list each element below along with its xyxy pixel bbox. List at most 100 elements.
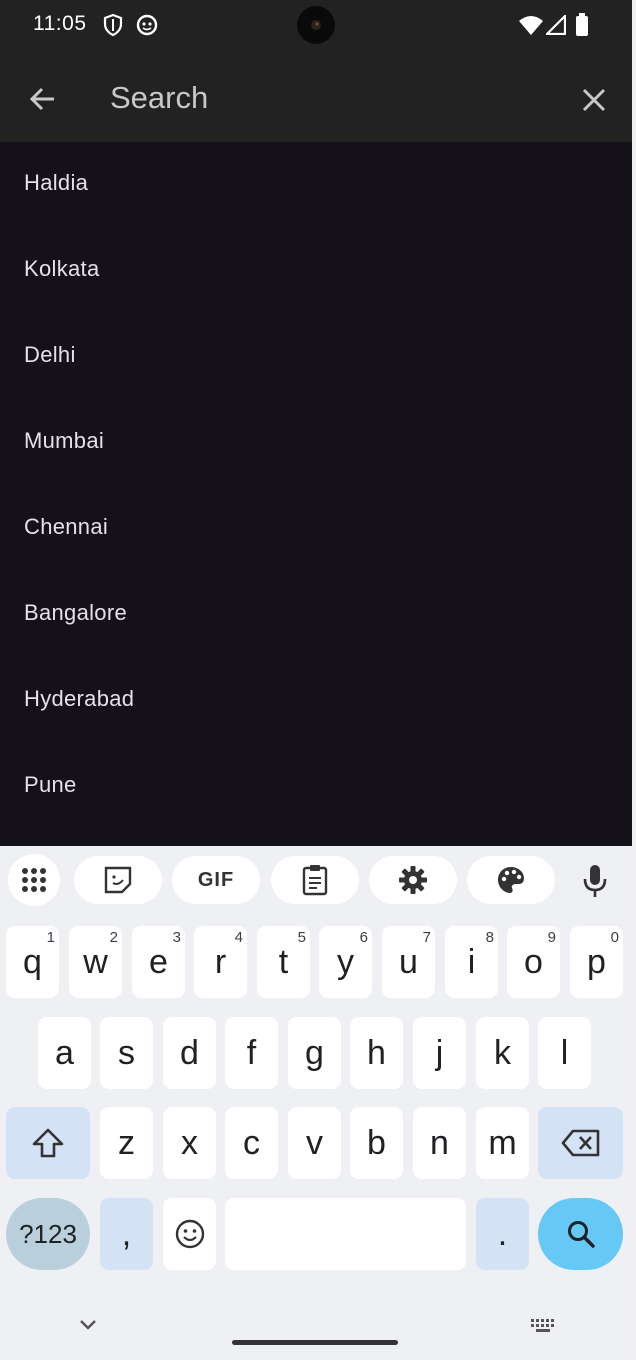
list-item[interactable]: Haldia [0, 142, 632, 228]
space-key[interactable] [225, 1198, 466, 1270]
list-item[interactable]: Kolkata [0, 228, 632, 314]
key-v[interactable]: v [288, 1107, 341, 1179]
key-e[interactable]: e3 [132, 926, 185, 998]
list-item[interactable]: Pune [0, 744, 632, 830]
key-t[interactable]: t5 [257, 926, 310, 998]
status-bar: 11:05 [0, 0, 636, 52]
key-hint: 8 [485, 929, 494, 946]
key-label: q [23, 942, 42, 981]
period-key[interactable]: . [476, 1198, 529, 1270]
city-list: Haldia Kolkata Delhi Mumbai Chennai Bang… [0, 142, 632, 846]
list-item[interactable]: Chennai [0, 486, 632, 572]
key-b[interactable]: b [350, 1107, 403, 1179]
key-c[interactable]: c [225, 1107, 278, 1179]
key-l[interactable]: l [538, 1017, 591, 1089]
hide-keyboard-chevron-icon[interactable] [78, 1318, 98, 1332]
key-label: o [524, 942, 543, 981]
key-m[interactable]: m [476, 1107, 529, 1179]
backspace-key[interactable] [538, 1107, 623, 1179]
soft-keyboard: GIF q1 w2 e3 r4 t5 y6 u7 i8 o 9 p 0 a s … [0, 846, 632, 1360]
shift-icon [32, 1128, 64, 1158]
key-q[interactable]: q1 [6, 926, 59, 998]
key-y[interactable]: y6 [319, 926, 372, 998]
palette-icon [498, 867, 524, 893]
gear-icon [399, 866, 427, 894]
key-label: t [278, 942, 289, 981]
shield-icon [103, 13, 123, 37]
key-h[interactable]: h [350, 1017, 403, 1089]
key-o[interactable]: o9 [507, 926, 560, 998]
city-label: Chennai [24, 514, 109, 539]
key-label: p [587, 942, 606, 981]
city-label: Bangalore [24, 600, 127, 625]
key-hint: 0 [610, 929, 619, 946]
city-label: Kolkata [24, 256, 100, 281]
key-label: w [83, 942, 108, 981]
sticker-icon [104, 866, 132, 894]
home-gesture-bar[interactable] [232, 1340, 398, 1345]
key-label: u [399, 942, 418, 981]
status-time: 11:05 [33, 12, 87, 35]
search-app-bar: Search [0, 52, 636, 142]
key-s[interactable]: s [100, 1017, 153, 1089]
shift-key[interactable] [6, 1107, 90, 1179]
emoji-icon [175, 1219, 204, 1249]
list-item[interactable]: Delhi [0, 314, 632, 400]
settings-button[interactable] [369, 856, 457, 904]
apps-grid-button[interactable] [8, 854, 60, 906]
comma-key[interactable]: , [100, 1198, 153, 1270]
key-a[interactable]: a [38, 1017, 91, 1089]
key-label: i [467, 942, 476, 981]
key-p[interactable]: p0 [570, 926, 623, 998]
city-label: Hyderabad [24, 686, 135, 711]
city-label: Mumbai [24, 428, 105, 453]
list-item[interactable]: Mumbai [0, 400, 632, 486]
key-z[interactable]: z [100, 1107, 153, 1179]
city-label: Delhi [24, 342, 76, 367]
key-hint: 9 [547, 929, 556, 946]
list-item[interactable]: Hyderabad [0, 658, 632, 744]
clipboard-button[interactable] [271, 856, 359, 904]
key-hint: 7 [422, 929, 431, 946]
key-k[interactable]: k [476, 1017, 529, 1089]
key-hint: 2 [109, 929, 118, 946]
keyboard-switch-icon[interactable] [530, 1318, 556, 1334]
emoji-key[interactable] [163, 1198, 216, 1270]
list-item[interactable]: Bangalore [0, 572, 632, 658]
sticker-button[interactable] [74, 856, 162, 904]
cellular-signal-icon [546, 15, 566, 35]
gif-button[interactable]: GIF [172, 856, 260, 904]
city-label: Haldia [24, 170, 89, 195]
key-x[interactable]: x [163, 1107, 216, 1179]
key-d[interactable]: d [163, 1017, 216, 1089]
key-hint: 4 [234, 929, 243, 946]
back-arrow-icon[interactable] [28, 85, 56, 113]
symbols-key[interactable]: ?123 [6, 1198, 90, 1270]
battery-icon [576, 13, 588, 36]
key-hint: 1 [46, 929, 55, 946]
key-f[interactable]: f [225, 1017, 278, 1089]
key-u[interactable]: u7 [382, 926, 435, 998]
microphone-icon[interactable] [582, 864, 608, 898]
key-hint: 3 [172, 929, 181, 946]
search-input[interactable]: Search [110, 80, 208, 116]
key-label: e [149, 942, 168, 981]
key-label: y [337, 942, 354, 981]
close-icon[interactable] [582, 88, 606, 112]
apps-grid-icon [22, 868, 46, 892]
camera-cutout-icon [297, 6, 335, 44]
clipboard-icon [302, 865, 328, 896]
notification-app-icon [136, 14, 158, 36]
search-key[interactable] [538, 1198, 623, 1270]
wifi-icon [519, 16, 543, 35]
key-g[interactable]: g [288, 1017, 341, 1089]
screen-edge [632, 0, 636, 1360]
key-r[interactable]: r4 [194, 926, 247, 998]
key-i[interactable]: i8 [445, 926, 498, 998]
theme-button[interactable] [467, 856, 555, 904]
city-label: Pune [24, 772, 77, 797]
key-j[interactable]: j [413, 1017, 466, 1089]
key-hint: 6 [359, 929, 368, 946]
key-n[interactable]: n [413, 1107, 466, 1179]
key-w[interactable]: w2 [69, 926, 122, 998]
